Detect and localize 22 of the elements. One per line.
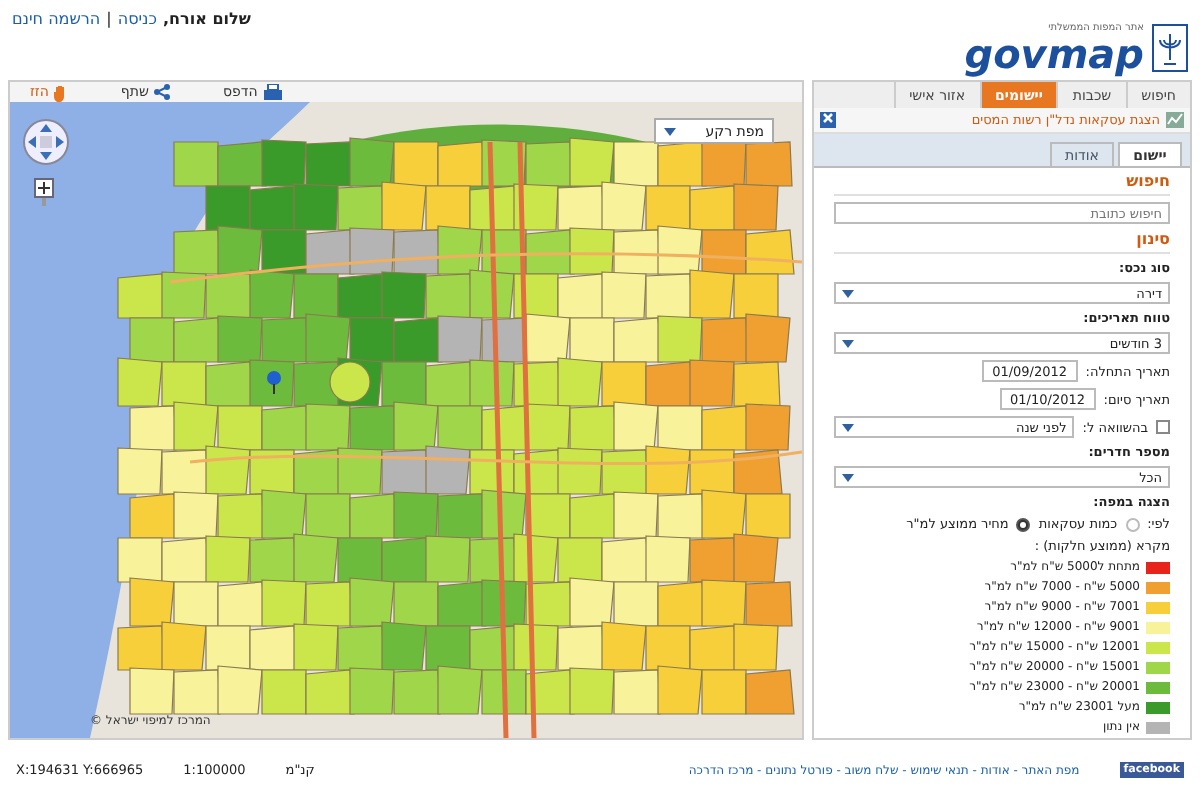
search-heading: חיפוש <box>834 172 1170 196</box>
logo-text[interactable]: govmap <box>964 34 1144 74</box>
filter-heading: סינון <box>834 230 1170 254</box>
share-icon <box>154 84 171 100</box>
caret-icon <box>842 339 854 347</box>
login-link[interactable]: כניסה <box>117 10 157 80</box>
radio-button[interactable] <box>1016 517 1031 531</box>
hand-icon <box>54 83 69 101</box>
caret-icon <box>842 423 854 431</box>
register-link[interactable]: הרשמה חינם <box>12 10 101 80</box>
emblem-icon <box>1152 24 1188 72</box>
compare-checkbox[interactable] <box>1156 420 1170 434</box>
zoom-slider-icon[interactable] <box>34 178 54 206</box>
pan-control-icon[interactable] <box>22 118 70 166</box>
separator-text: | <box>106 10 112 32</box>
radio-button[interactable] <box>1125 517 1140 531</box>
location-pin-icon <box>266 370 282 394</box>
greeting-text: שלום אורח, <box>162 10 251 32</box>
close-button[interactable] <box>820 112 836 128</box>
caret-icon <box>842 289 854 297</box>
caret-icon <box>664 127 676 135</box>
caret-icon <box>842 473 854 481</box>
